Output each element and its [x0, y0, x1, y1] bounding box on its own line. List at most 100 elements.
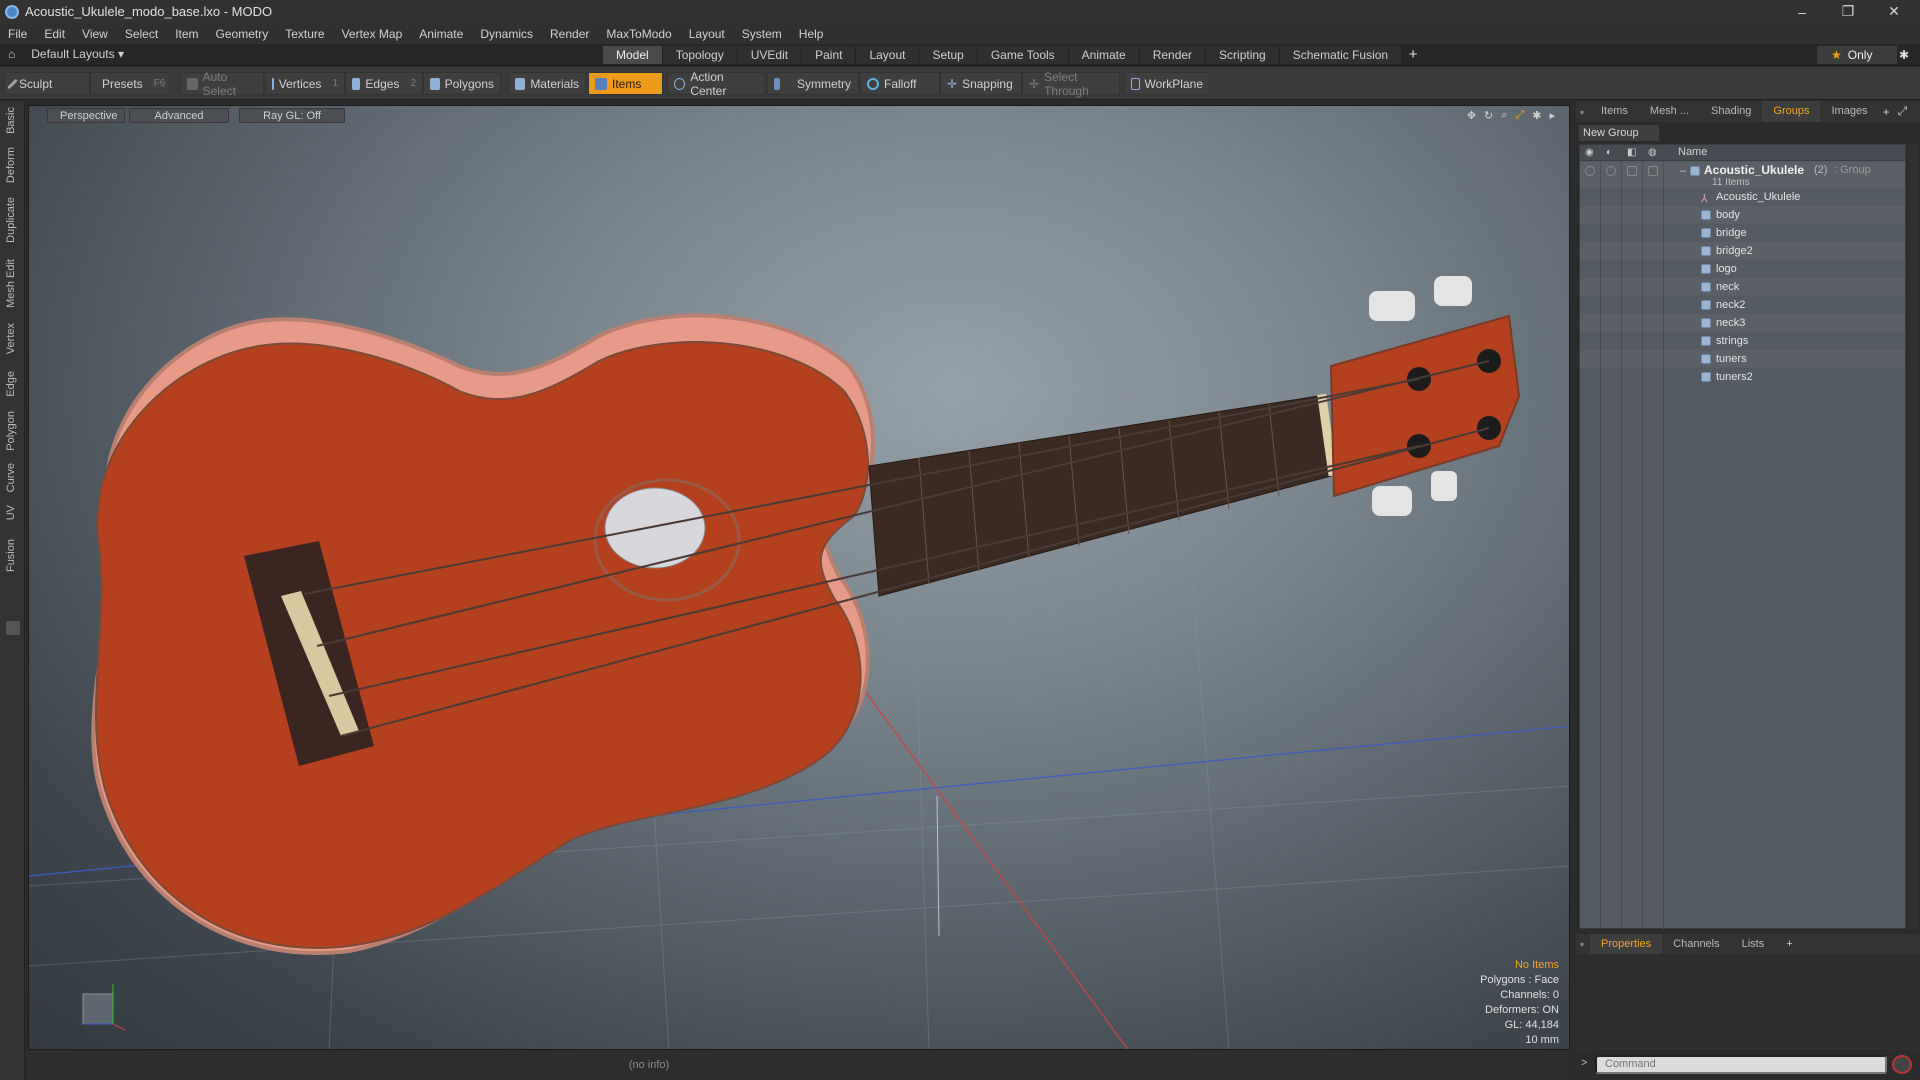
- tab-channels[interactable]: Channels: [1662, 938, 1730, 950]
- 3d-viewport[interactable]: Perspective Advanced Ray GL: Off ✥ ↻ ⌕ ⤢…: [28, 105, 1570, 1050]
- render-toggle-icon[interactable]: [1606, 166, 1616, 176]
- tab-setup[interactable]: Setup: [919, 46, 978, 64]
- scrollbar[interactable]: [1908, 144, 1918, 929]
- select-through-button[interactable]: ✛ Select Through: [1022, 70, 1120, 98]
- menu-geometry[interactable]: Geometry: [216, 27, 269, 41]
- menu-view[interactable]: View: [82, 27, 108, 41]
- palette-tab-curve[interactable]: Curve: [5, 463, 17, 492]
- palette-tab-mesh-edit[interactable]: Mesh Edit: [5, 259, 17, 308]
- menu-item[interactable]: Item: [175, 27, 198, 41]
- layout-selector[interactable]: ⌂ Default Layouts ▾: [8, 47, 124, 61]
- tab-model[interactable]: Model: [603, 46, 663, 64]
- palette-tab-fusion[interactable]: Fusion: [5, 539, 17, 572]
- menu-texture[interactable]: Texture: [285, 27, 324, 41]
- vertices-button[interactable]: Vertices 1: [265, 72, 345, 95]
- list-item[interactable]: tuners: [1580, 350, 1905, 368]
- edges-button[interactable]: Edges 2: [345, 72, 423, 95]
- render-column-icon[interactable]: ◐: [1606, 147, 1612, 158]
- select-column-icon[interactable]: ◍: [1648, 147, 1657, 158]
- select-toggle-icon[interactable]: [1648, 166, 1658, 176]
- close-button[interactable]: ✕: [1872, 0, 1916, 23]
- tab-items[interactable]: Items: [1590, 101, 1639, 122]
- command-history-button[interactable]: [1892, 1055, 1912, 1074]
- visibility-column-icon[interactable]: ◉: [1585, 147, 1594, 158]
- menu-system[interactable]: System: [742, 27, 782, 41]
- list-item[interactable]: neck: [1580, 278, 1905, 296]
- list-item[interactable]: logo: [1580, 260, 1905, 278]
- menu-edit[interactable]: Edit: [44, 27, 65, 41]
- add-tab-icon[interactable]: +: [1402, 46, 1424, 64]
- palette-tab-polygon[interactable]: Polygon: [5, 411, 17, 451]
- tab-lists[interactable]: Lists: [1731, 938, 1776, 950]
- layout-pin-icon[interactable]: ⌂: [8, 47, 15, 61]
- gear-icon[interactable]: ✱: [1893, 46, 1915, 64]
- list-item[interactable]: ⅄ Acoustic_Ukulele: [1580, 188, 1905, 206]
- add-panel-tab-icon[interactable]: +: [1883, 105, 1890, 119]
- minimize-button[interactable]: –: [1780, 0, 1824, 23]
- restore-button[interactable]: ❐: [1826, 0, 1870, 23]
- tab-animate[interactable]: Animate: [1068, 46, 1140, 64]
- menu-layout[interactable]: Layout: [689, 27, 725, 41]
- polygons-icon: [430, 77, 440, 90]
- menu-render[interactable]: Render: [550, 27, 589, 41]
- materials-button[interactable]: Materials: [508, 72, 586, 95]
- menu-dynamics[interactable]: Dynamics: [480, 27, 533, 41]
- menu-file[interactable]: File: [8, 27, 27, 41]
- tab-shading[interactable]: Shading: [1700, 101, 1762, 122]
- symmetry-button[interactable]: Symmetry: [767, 72, 859, 95]
- menu-vertex-map[interactable]: Vertex Map: [342, 27, 403, 41]
- palette-tab-uv[interactable]: UV: [5, 505, 17, 520]
- menu-maxtomodo[interactable]: MaxToModo: [606, 27, 671, 41]
- add-properties-tab-icon[interactable]: +: [1775, 938, 1803, 950]
- tab-game-tools[interactable]: Game Tools: [977, 46, 1069, 64]
- palette-toggle-icon[interactable]: [6, 621, 20, 635]
- sculpt-button[interactable]: Sculpt: [4, 72, 90, 95]
- menu-select[interactable]: Select: [125, 27, 158, 41]
- eye-icon[interactable]: [1585, 166, 1595, 176]
- items-button[interactable]: Items: [588, 72, 663, 95]
- action-center-button[interactable]: Action Center: [667, 70, 765, 98]
- new-group-button[interactable]: New Group: [1579, 125, 1659, 141]
- tab-uvedit[interactable]: UVEdit: [737, 46, 803, 64]
- presets-button[interactable]: Presets F6: [90, 72, 170, 95]
- list-item[interactable]: neck3: [1580, 314, 1905, 332]
- polygons-button[interactable]: Polygons: [423, 72, 501, 95]
- palette-tab-duplicate[interactable]: Duplicate: [5, 197, 17, 243]
- y-axis-line: [936, 795, 940, 937]
- tab-mesh[interactable]: Mesh ...: [1639, 101, 1700, 122]
- properties-menu-icon[interactable]: ▪: [1576, 937, 1590, 951]
- tab-layout[interactable]: Layout: [856, 46, 920, 64]
- list-item[interactable]: tuners2: [1580, 368, 1905, 386]
- workplane-button[interactable]: WorkPlane: [1124, 72, 1210, 95]
- palette-tab-vertex[interactable]: Vertex: [5, 323, 17, 354]
- auto-select-button[interactable]: Auto Select: [180, 70, 264, 98]
- list-item[interactable]: body: [1580, 206, 1905, 224]
- lock-column-icon[interactable]: ◧: [1627, 147, 1636, 158]
- list-item[interactable]: strings: [1580, 332, 1905, 350]
- collapse-icon[interactable]: –: [1680, 165, 1686, 177]
- menu-help[interactable]: Help: [799, 27, 824, 41]
- list-item[interactable]: bridge2: [1580, 242, 1905, 260]
- tab-images[interactable]: Images: [1820, 101, 1878, 122]
- tab-groups[interactable]: Groups: [1762, 101, 1821, 122]
- tab-paint[interactable]: Paint: [802, 46, 857, 64]
- palette-tab-basic[interactable]: Basic: [5, 107, 17, 134]
- snapping-button[interactable]: ✛ Snapping: [940, 72, 1022, 95]
- group-row[interactable]: – Acoustic_Ukulele (2) : Group 11 Items: [1580, 162, 1905, 188]
- tab-render[interactable]: Render: [1139, 46, 1207, 64]
- falloff-button[interactable]: Falloff: [860, 72, 940, 95]
- command-input[interactable]: [1595, 1055, 1887, 1074]
- tab-schematic-fusion[interactable]: Schematic Fusion: [1279, 46, 1403, 64]
- palette-tab-deform[interactable]: Deform: [5, 147, 17, 183]
- tab-topology[interactable]: Topology: [662, 46, 738, 64]
- expand-panel-icon[interactable]: ⤢: [1898, 104, 1908, 119]
- menu-animate[interactable]: Animate: [419, 27, 463, 41]
- tab-properties[interactable]: Properties: [1590, 934, 1663, 954]
- palette-tab-edge[interactable]: Edge: [5, 371, 17, 397]
- only-button[interactable]: ★ Only: [1817, 46, 1897, 64]
- lock-toggle-icon[interactable]: [1627, 166, 1637, 176]
- tab-scripting[interactable]: Scripting: [1206, 46, 1280, 64]
- panel-menu-icon[interactable]: ▪: [1576, 105, 1590, 119]
- list-item[interactable]: bridge: [1580, 224, 1905, 242]
- list-item[interactable]: neck2: [1580, 296, 1905, 314]
